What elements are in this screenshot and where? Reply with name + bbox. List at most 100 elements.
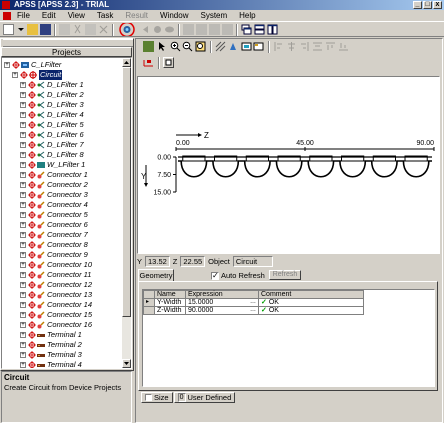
align-center-icon[interactable] [286, 41, 297, 52]
panel-grip[interactable] [3, 39, 133, 47]
hatch-icon[interactable] [215, 41, 226, 52]
tree-item[interactable]: + Connector 9 [4, 250, 122, 260]
expand-toggle-icon[interactable]: + [20, 112, 26, 118]
row-expression[interactable]: 15.0000… [185, 298, 259, 307]
tree-item[interactable]: + Connector 1 [4, 170, 122, 180]
menu-app-icon[interactable] [3, 11, 11, 20]
align-right-icon[interactable] [299, 41, 310, 52]
tree-item[interactable]: + Terminal 1 [4, 330, 122, 340]
menu-task[interactable]: Task [91, 10, 119, 21]
menu-view[interactable]: View [62, 10, 91, 21]
wire-tool-icon[interactable] [143, 57, 154, 68]
menu-system[interactable]: System [194, 10, 233, 21]
expand-toggle-icon[interactable]: + [20, 202, 26, 208]
scroll-thumb[interactable] [122, 67, 131, 317]
tree-scrollbar[interactable] [122, 58, 131, 368]
cut-icon[interactable] [72, 24, 83, 35]
projects-title[interactable]: Projects [1, 47, 132, 57]
expand-toggle-icon[interactable]: + [20, 122, 26, 128]
menu-edit[interactable]: Edit [36, 10, 62, 21]
col-expression[interactable]: Expression [185, 290, 259, 299]
table-row[interactable]: ▸ Y-Width 15.0000… ✓ OK [143, 298, 364, 307]
tree-item[interactable]: + Connector 2 [4, 180, 122, 190]
expand-toggle-icon[interactable]: + [20, 292, 26, 298]
tree-item[interactable]: + Connector 14 [4, 300, 122, 310]
align-bottom-icon[interactable] [338, 41, 349, 52]
distribute-icon[interactable] [312, 41, 323, 52]
edit-ellipsis-icon[interactable]: … [250, 299, 256, 306]
col-comment[interactable]: Comment [258, 290, 364, 299]
expand-toggle-icon[interactable]: + [20, 232, 26, 238]
expand-toggle-icon[interactable]: + [20, 342, 26, 348]
tile-vertical-icon[interactable] [267, 24, 278, 35]
expand-toggle-icon[interactable]: + [20, 142, 26, 148]
expand-toggle-icon[interactable]: + [20, 222, 26, 228]
expand-toggle-icon[interactable]: + [20, 102, 26, 108]
expand-toggle-icon[interactable]: + [20, 82, 26, 88]
scroll-up-button[interactable] [122, 58, 131, 67]
tile-horizontal-icon[interactable] [254, 24, 265, 35]
save-icon[interactable] [40, 24, 51, 35]
tree-item[interactable]: + W_LFilter 1 [4, 160, 122, 170]
stop-icon[interactable] [164, 24, 175, 35]
expand-toggle-icon[interactable]: + [20, 92, 26, 98]
tree-item[interactable]: + D_LFilter 3 [4, 100, 122, 110]
align-top-icon[interactable] [325, 41, 336, 52]
row-expression[interactable]: 90.0000… [185, 306, 259, 315]
expand-toggle-icon[interactable]: + [20, 302, 26, 308]
expand-toggle-icon[interactable]: + [20, 272, 26, 278]
tree-item[interactable]: + Terminal 2 [4, 340, 122, 350]
tree-item[interactable]: + Connector 16 [4, 320, 122, 330]
tree-item[interactable]: + Connector 6 [4, 220, 122, 230]
tree-item[interactable]: + Terminal 4 [4, 360, 122, 368]
tree-item[interactable]: + D_LFilter 7 [4, 140, 122, 150]
expand-toggle-icon[interactable]: + [20, 192, 26, 198]
dropdown-arrow-icon[interactable] [16, 24, 27, 35]
open-project-icon[interactable] [143, 41, 154, 52]
align-left-icon[interactable] [273, 41, 284, 52]
expand-toggle-icon[interactable]: + [20, 262, 26, 268]
select-cursor-icon[interactable] [157, 41, 168, 52]
row-name[interactable]: Y-Width [154, 298, 186, 307]
tree-item[interactable]: + D_LFilter 5 [4, 120, 122, 130]
close-button[interactable]: x [433, 1, 442, 9]
paste-icon[interactable] [85, 24, 96, 35]
expand-toggle-icon[interactable]: + [20, 352, 26, 358]
tree-item[interactable]: + D_LFilter 8 [4, 150, 122, 160]
export-icon[interactable] [222, 24, 233, 35]
auto-refresh-checkbox[interactable]: ✓ [211, 271, 219, 280]
tree-item[interactable]: + Circuit [4, 70, 122, 80]
material-icon[interactable] [196, 24, 207, 35]
run-task-icon[interactable] [117, 21, 137, 38]
edit-ellipsis-icon[interactable]: … [250, 307, 256, 314]
delete-icon[interactable] [98, 24, 109, 35]
expand-toggle-icon[interactable]: + [20, 162, 26, 168]
menu-window[interactable]: Window [154, 10, 194, 21]
expand-toggle-icon[interactable]: + [20, 362, 26, 368]
tree-item[interactable]: + D_LFilter 6 [4, 130, 122, 140]
zoom-fit-icon[interactable] [195, 41, 206, 52]
cascade-windows-icon[interactable] [241, 24, 252, 35]
expand-toggle-icon[interactable]: + [20, 332, 26, 338]
tree-item[interactable]: + Connector 3 [4, 190, 122, 200]
tree-item[interactable]: + Connector 10 [4, 260, 122, 270]
tree-item[interactable]: + Connector 12 [4, 280, 122, 290]
expand-toggle-icon[interactable]: + [20, 252, 26, 258]
step-back-icon[interactable] [140, 24, 151, 35]
expand-toggle-icon[interactable]: + [20, 242, 26, 248]
circuit-view[interactable]: Z 0.00 45.00 90.00 0.00 7.50 15.00 Y [137, 76, 440, 254]
copy-icon[interactable] [59, 24, 70, 35]
scroll-down-button[interactable] [122, 359, 131, 368]
refresh-button[interactable]: Refresh [269, 270, 301, 280]
tree-item[interactable]: + Connector 8 [4, 240, 122, 250]
expand-toggle-icon[interactable]: + [12, 72, 18, 78]
tab-size[interactable]: Size [141, 392, 173, 403]
frame-icon[interactable] [163, 57, 174, 68]
expand-toggle-icon[interactable]: + [20, 322, 26, 328]
expand-toggle-icon[interactable]: + [20, 182, 26, 188]
color-fill-icon[interactable] [241, 41, 252, 52]
paint-icon[interactable] [228, 41, 239, 52]
expand-toggle-icon[interactable]: + [20, 132, 26, 138]
open-folder-icon[interactable] [27, 24, 38, 35]
menu-result[interactable]: Result [119, 10, 154, 21]
